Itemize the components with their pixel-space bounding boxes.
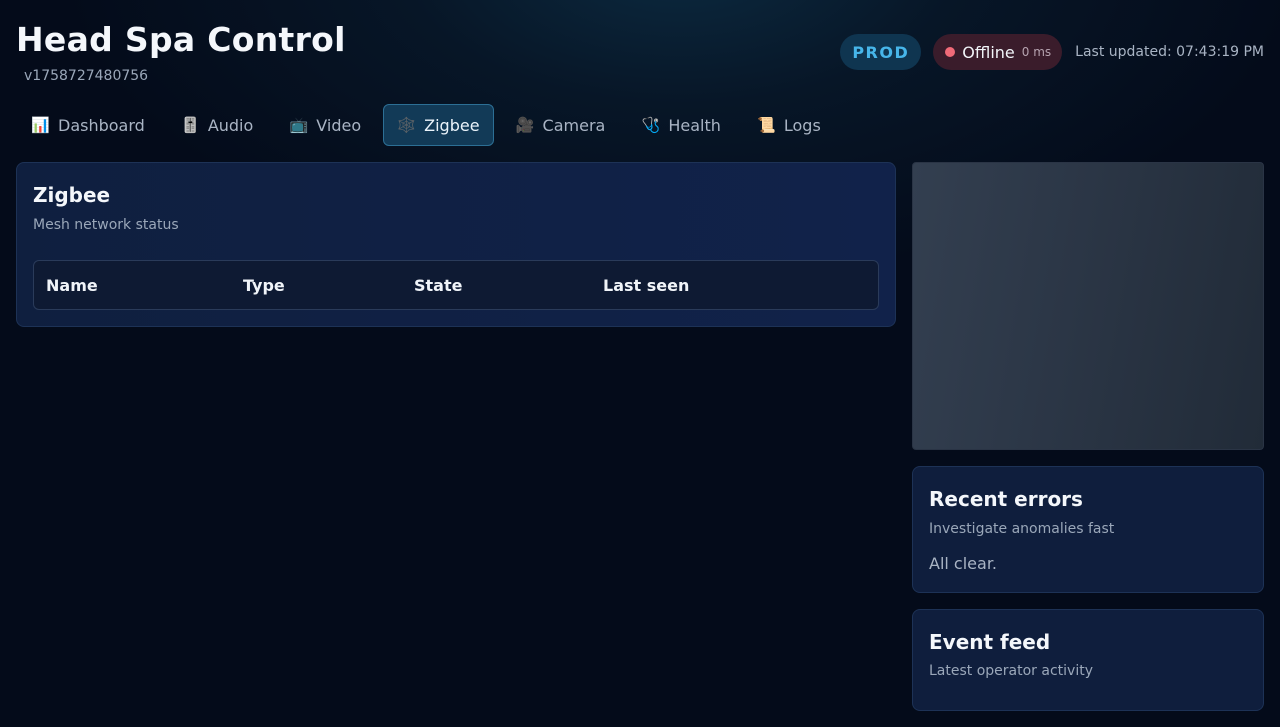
recent-errors-subtitle: Investigate anomalies fast bbox=[929, 521, 1115, 537]
tab-label: Logs bbox=[783, 115, 821, 135]
chart-icon: 📊 bbox=[31, 116, 50, 134]
tab-label: Camera bbox=[542, 115, 606, 135]
tab-camera[interactable]: 🎥 Camera bbox=[502, 104, 620, 146]
environment-badge: PROD bbox=[840, 34, 922, 70]
version-label: v1758727480756 bbox=[24, 68, 149, 84]
column-header-type[interactable]: Type bbox=[243, 276, 285, 295]
tab-label: Audio bbox=[207, 115, 254, 135]
tv-icon: 📺 bbox=[289, 116, 309, 134]
event-feed-subtitle: Latest operator activity bbox=[929, 663, 1093, 679]
network-icon: 🕸️ bbox=[397, 116, 416, 134]
header: Head Spa Control v1758727480756 PROD Off… bbox=[16, 18, 1264, 88]
tab-label: Dashboard bbox=[58, 115, 145, 135]
stethoscope-icon: 🩺 bbox=[641, 116, 661, 134]
connection-status-text: Offline bbox=[962, 42, 1015, 62]
camera-icon: 🎥 bbox=[515, 116, 535, 134]
zigbee-panel-title: Zigbee bbox=[33, 183, 111, 207]
last-updated-timestamp: Last updated: 07:43:19 PM bbox=[1075, 44, 1264, 60]
audio-mixer-icon: 🎚️ bbox=[180, 116, 200, 134]
tab-zigbee[interactable]: 🕸️ Zigbee bbox=[383, 104, 494, 146]
zigbee-device-table: Name Type State Last seen bbox=[33, 260, 879, 310]
event-feed-panel: Event feed Latest operator activity bbox=[912, 609, 1264, 711]
camera-preview bbox=[912, 162, 1264, 450]
zigbee-panel: Zigbee Mesh network status Name Type Sta… bbox=[16, 162, 896, 327]
tab-label: Video bbox=[316, 115, 362, 135]
tab-health[interactable]: 🩺 Health bbox=[627, 104, 735, 146]
recent-errors-panel: Recent errors Investigate anomalies fast… bbox=[912, 466, 1264, 593]
app-title: Head Spa Control bbox=[16, 20, 346, 59]
header-status-area: PROD Offline 0 ms Last updated: 07:43:19… bbox=[840, 34, 1264, 70]
zigbee-panel-subtitle: Mesh network status bbox=[33, 217, 179, 233]
tab-video[interactable]: 📺 Video bbox=[275, 104, 375, 146]
recent-errors-empty-state: All clear. bbox=[929, 554, 998, 573]
tab-audio[interactable]: 🎚️ Audio bbox=[167, 104, 267, 146]
column-header-name[interactable]: Name bbox=[46, 276, 98, 295]
recent-errors-title: Recent errors bbox=[929, 487, 1083, 511]
column-header-last-seen[interactable]: Last seen bbox=[603, 276, 689, 295]
main-tabs: 📊 Dashboard 🎚️ Audio 📺 Video 🕸️ Zigbee 🎥… bbox=[17, 104, 835, 146]
tab-dashboard[interactable]: 📊 Dashboard bbox=[17, 104, 159, 146]
latency-value: 0 ms bbox=[1021, 45, 1052, 59]
scroll-icon: 📜 bbox=[757, 116, 776, 134]
tab-logs[interactable]: 📜 Logs bbox=[743, 104, 835, 146]
connection-status-pill: Offline 0 ms bbox=[933, 34, 1063, 70]
column-header-state[interactable]: State bbox=[414, 276, 462, 295]
tab-label: Zigbee bbox=[424, 115, 480, 135]
status-dot-icon bbox=[945, 47, 956, 57]
tab-label: Health bbox=[668, 115, 721, 135]
event-feed-title: Event feed bbox=[929, 630, 1051, 654]
